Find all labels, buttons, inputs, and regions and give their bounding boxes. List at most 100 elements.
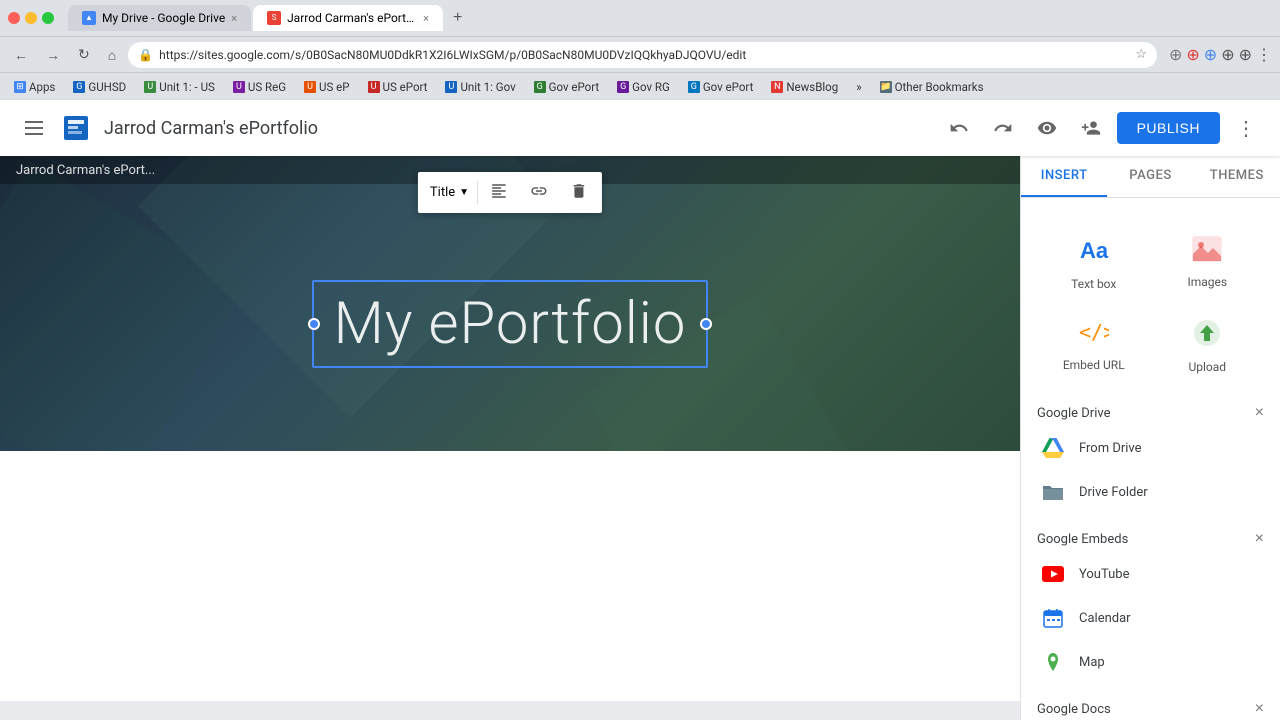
- usep-bm-icon: U: [304, 81, 316, 93]
- from-drive-item[interactable]: From Drive: [1021, 426, 1280, 470]
- extension-icon-2[interactable]: ⊕: [1186, 45, 1199, 64]
- tab-pages[interactable]: PAGES: [1107, 156, 1193, 197]
- insert-top-grid: Aa Text box Images: [1021, 214, 1280, 396]
- goveport2-bm-icon: G: [688, 81, 700, 93]
- forward-button[interactable]: →: [40, 43, 66, 67]
- address-bar[interactable]: 🔒 https://sites.google.com/s/0B0SacN80MU…: [128, 42, 1157, 68]
- maximize-dot[interactable]: [42, 12, 54, 24]
- svg-text:</>: </>: [1079, 320, 1109, 344]
- bookmark-goveport2-label: Gov ePort: [703, 80, 754, 94]
- bookmark-goveport2[interactable]: G Gov ePort: [682, 78, 760, 96]
- bookmark-usep-label: US eP: [319, 80, 350, 94]
- bookmark-apps-label: Apps: [29, 80, 55, 94]
- more-options-button[interactable]: ⋮: [1228, 112, 1264, 144]
- tab-favicon-drive: ▲: [82, 11, 96, 25]
- govrg-bm-icon: G: [617, 81, 629, 93]
- google-drive-collapse[interactable]: ×: [1255, 404, 1264, 422]
- bookmark-newsblog-label: NewsBlog: [786, 80, 838, 94]
- bookmarks-bar: ⊞ Apps G GUHSD U Unit 1: - US U US ReG U…: [0, 72, 1280, 100]
- bookmark-govrg[interactable]: G Gov RG: [611, 78, 676, 96]
- from-drive-icon: [1041, 436, 1065, 460]
- svg-text:Aa: Aa: [1080, 238, 1109, 263]
- bookmark-useport[interactable]: U US ePort: [362, 78, 434, 96]
- bookmark-guhsd-label: GUHSD: [88, 80, 126, 94]
- youtube-item[interactable]: YouTube: [1021, 552, 1280, 596]
- embed-url-label: Embed URL: [1063, 358, 1125, 372]
- undo-icon: [949, 118, 969, 138]
- bookmark-usreg[interactable]: U US ReG: [227, 78, 292, 96]
- drive-folder-item[interactable]: Drive Folder: [1021, 470, 1280, 514]
- upload-label: Upload: [1188, 360, 1226, 374]
- extension-icon-4[interactable]: ⊕: [1221, 45, 1234, 64]
- google-drive-title: Google Drive: [1037, 406, 1110, 421]
- tab-favicon-eport: S: [267, 11, 281, 25]
- drive-folder-label: Drive Folder: [1079, 485, 1148, 500]
- sites-logo-icon: [64, 116, 88, 140]
- refresh-button[interactable]: ↻: [72, 42, 96, 67]
- bookmark-apps[interactable]: ⊞ Apps: [8, 78, 61, 96]
- title-text-container[interactable]: My ePortfolio: [312, 280, 709, 368]
- align-button[interactable]: [480, 176, 518, 209]
- hero-title[interactable]: My ePortfolio: [334, 290, 687, 358]
- google-embeds-collapse[interactable]: ×: [1255, 530, 1264, 548]
- tab-label-eport: Jarrod Carman's ePortfolio: [287, 11, 417, 25]
- bookmark-unit1us[interactable]: U Unit 1: - US: [138, 78, 221, 96]
- google-docs-section: Google Docs ×: [1021, 692, 1280, 720]
- delete-icon: [570, 182, 588, 200]
- hamburger-menu-button[interactable]: [16, 110, 52, 146]
- bookmark-usep[interactable]: U US eP: [298, 78, 356, 96]
- map-label: Map: [1079, 655, 1105, 670]
- new-tab-button[interactable]: +: [445, 5, 470, 31]
- calendar-item[interactable]: Calendar: [1021, 596, 1280, 640]
- browser-chrome: ▲ My Drive - Google Drive × S Jarrod Car…: [0, 0, 1280, 36]
- bookmark-guhsd[interactable]: G GUHSD: [67, 78, 132, 96]
- bookmark-star-icon[interactable]: ☆: [1135, 47, 1147, 62]
- insert-text-box[interactable]: Aa Text box: [1037, 222, 1151, 305]
- bookmark-unit1gov[interactable]: U Unit 1: Gov: [439, 78, 521, 96]
- extension-icon-1[interactable]: ⊕: [1169, 45, 1182, 64]
- back-button[interactable]: ←: [8, 43, 34, 67]
- toolbar-actions: PUBLISH ⋮: [941, 110, 1264, 146]
- chrome-menu-icon[interactable]: ⋮: [1256, 45, 1272, 64]
- undo-button[interactable]: [941, 110, 977, 146]
- tab-eportfolio[interactable]: S Jarrod Carman's ePortfolio ×: [253, 5, 443, 31]
- title-style-dropdown[interactable]: Title ▼: [422, 181, 478, 204]
- delete-button[interactable]: [560, 176, 598, 209]
- google-docs-collapse[interactable]: ×: [1255, 700, 1264, 718]
- tab-insert[interactable]: INSERT: [1021, 156, 1107, 197]
- link-button[interactable]: [520, 176, 558, 209]
- app-bar: Jarrod Carman's ePortfolio: [0, 100, 1280, 156]
- hero-section[interactable]: Jarrod Carman's ePort... Title ▼: [0, 156, 1020, 451]
- tab-my-drive[interactable]: ▲ My Drive - Google Drive ×: [68, 5, 251, 31]
- insert-embed-url[interactable]: </> Embed URL: [1037, 305, 1151, 388]
- text-box-label: Text box: [1071, 277, 1116, 291]
- publish-button[interactable]: PUBLISH: [1117, 112, 1220, 144]
- home-button[interactable]: ⌂: [102, 43, 122, 67]
- extension-icon-3[interactable]: ⊕: [1204, 45, 1217, 64]
- right-panel: INSERT PAGES THEMES Aa Text b: [1020, 156, 1280, 720]
- minimize-dot[interactable]: [25, 12, 37, 24]
- bookmark-newsblog[interactable]: N NewsBlog: [765, 78, 844, 96]
- bookmark-other[interactable]: 📁 Other Bookmarks: [874, 78, 990, 96]
- extension-icon-5[interactable]: ⊕: [1239, 45, 1252, 64]
- embed-url-icon: </>: [1079, 319, 1109, 352]
- insert-upload[interactable]: Upload: [1151, 305, 1265, 388]
- other-bm-icon: 📁: [880, 81, 892, 93]
- unit1gov-bm-icon: U: [445, 81, 457, 93]
- preview-button[interactable]: [1029, 110, 1065, 146]
- map-item[interactable]: Map: [1021, 640, 1280, 684]
- tab-close-drive[interactable]: ×: [231, 12, 237, 25]
- tab-close-eport[interactable]: ×: [423, 12, 429, 25]
- google-docs-header: Google Docs ×: [1021, 692, 1280, 720]
- insert-images[interactable]: Images: [1151, 222, 1265, 305]
- close-dot[interactable]: [8, 12, 20, 24]
- content-section[interactable]: [0, 451, 1020, 701]
- useport-bm-icon: U: [368, 81, 380, 93]
- bookmark-useport-label: US ePort: [383, 80, 428, 94]
- bookmark-goveport[interactable]: G Gov ePort: [528, 78, 606, 96]
- add-user-button[interactable]: [1073, 110, 1109, 146]
- bookmark-more[interactable]: »: [850, 78, 867, 96]
- redo-button[interactable]: [985, 110, 1021, 146]
- tab-themes[interactable]: THEMES: [1194, 156, 1280, 197]
- hamburger-icon: [25, 119, 43, 137]
